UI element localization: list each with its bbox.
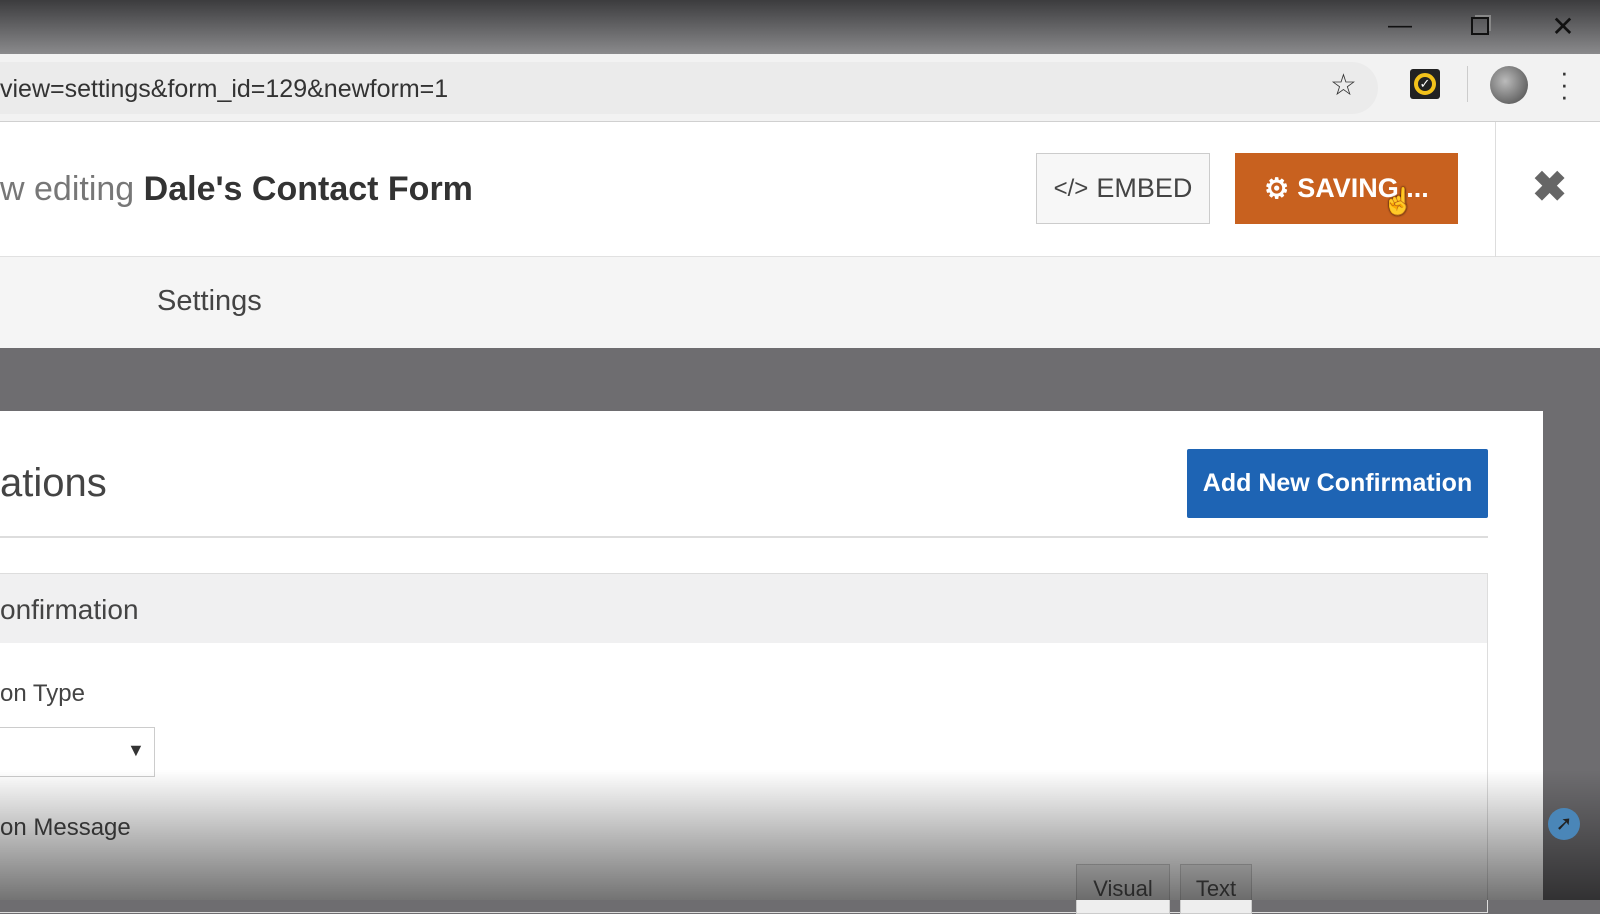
builder-tabs: Settings (0, 257, 1600, 348)
message-label: on Message (0, 814, 131, 841)
hand-cursor-icon: ☝ (1382, 186, 1415, 216)
confirmation-header[interactable]: onfirmation (0, 574, 1487, 643)
divider (1495, 122, 1496, 257)
confirmation-type-select[interactable]: ▼ (0, 727, 155, 777)
url-field[interactable]: view=settings&form_id=129&newform=1 ☆ (0, 62, 1378, 114)
star-icon[interactable]: ☆ (1330, 68, 1357, 103)
norton-extension-icon[interactable]: ✓ (1410, 69, 1440, 99)
divider (1467, 66, 1468, 102)
cursor-highlight-icon: ➚ (1548, 808, 1580, 840)
type-label: on Type (0, 680, 85, 707)
form-builder-header: w editing Dale's Contact Form </> EMBED ⚙… (0, 122, 1600, 257)
minimize-icon[interactable]: — (1370, 8, 1430, 44)
close-icon[interactable]: ✕ (1533, 8, 1593, 44)
close-builder-icon[interactable]: ✖ (1532, 162, 1567, 211)
profile-avatar[interactable] (1490, 66, 1528, 104)
browser-title-bar: — ✕ (0, 0, 1600, 54)
tab-settings[interactable]: Settings (157, 285, 262, 318)
divider (0, 536, 1488, 538)
code-icon: </> (1053, 174, 1089, 202)
confirmation-box: onfirmation on Type ▼ on Message Visual … (0, 573, 1488, 914)
panel-title: ations (0, 461, 107, 505)
form-name: Dale's Contact Form (143, 170, 473, 208)
title-prefix: w editing (0, 170, 135, 208)
chevron-down-icon: ▼ (127, 740, 145, 760)
restore-icon[interactable] (1450, 8, 1510, 44)
add-new-confirmation-button[interactable]: Add New Confirmation (1187, 449, 1488, 518)
gear-icon: ⚙ (1264, 173, 1290, 204)
embed-button[interactable]: </> EMBED (1036, 153, 1210, 224)
tab-visual[interactable]: Visual (1076, 864, 1170, 914)
saving-button[interactable]: ⚙ SAVING ... (1235, 153, 1458, 224)
menu-dots-icon[interactable]: · · · (1560, 59, 1569, 109)
address-bar-row: view=settings&form_id=129&newform=1 ☆ ✓ … (0, 54, 1600, 122)
confirmations-panel: ations Add New Confirmation onfirmation … (0, 411, 1543, 914)
embed-label: EMBED (1096, 173, 1193, 203)
tab-text[interactable]: Text (1180, 864, 1252, 914)
page-title: w editing Dale's Contact Form (0, 170, 473, 209)
url-text: view=settings&form_id=129&newform=1 (0, 75, 449, 103)
